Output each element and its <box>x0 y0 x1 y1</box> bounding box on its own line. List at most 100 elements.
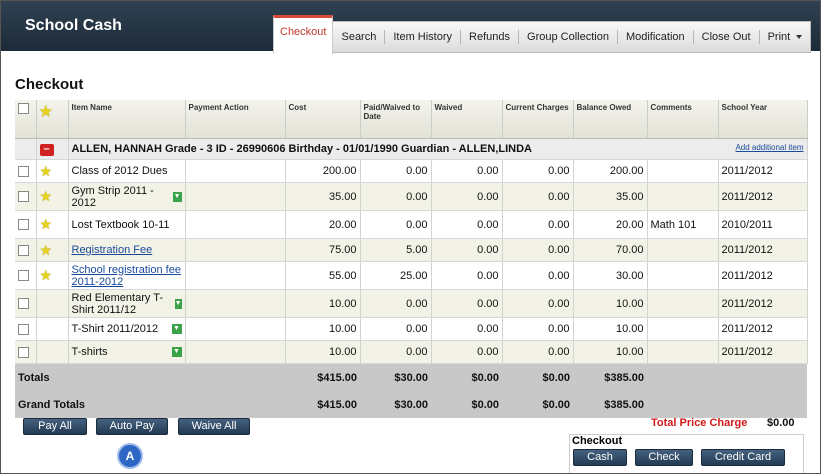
row-checkbox[interactable] <box>18 244 29 256</box>
item-name-cell: School registration fee 2011-2012 <box>68 261 186 290</box>
cash-button[interactable]: Cash <box>573 449 627 466</box>
row-checkbox[interactable] <box>18 191 29 203</box>
paid: 0.00 <box>360 289 432 318</box>
header-school-year[interactable]: School Year <box>718 100 808 139</box>
waive-all-button[interactable]: Waive All <box>178 418 250 435</box>
header-waived[interactable]: Waived <box>431 100 503 139</box>
paid: 25.00 <box>360 261 432 290</box>
app-window: School Cash Checkout Search Item History… <box>0 0 821 474</box>
tab-search[interactable]: Search <box>333 30 386 44</box>
school-year: 2011/2012 <box>718 238 808 262</box>
chevron-down-icon <box>796 35 803 40</box>
row-checkbox[interactable] <box>18 323 29 335</box>
tab-modification[interactable]: Modification <box>618 30 694 44</box>
expand-arrow-icon[interactable]: ▼ <box>174 298 182 309</box>
payment-action[interactable] <box>185 238 286 262</box>
collapse-icon[interactable]: – <box>39 143 54 156</box>
header-item-name[interactable]: Item Name <box>68 100 186 139</box>
star-icon[interactable]: ★ <box>40 242 53 258</box>
star-icon[interactable]: ★ <box>40 267 53 283</box>
add-additional-item-link[interactable]: Add additional item <box>735 143 803 152</box>
school-year: 2011/2012 <box>718 182 808 211</box>
credit-card-button[interactable]: Credit Card <box>701 449 785 466</box>
payment-action[interactable] <box>185 317 286 341</box>
totals-balance: $385.00 <box>573 363 647 391</box>
header-comments[interactable]: Comments <box>647 100 719 139</box>
balance-owed: 30.00 <box>573 261 648 290</box>
row-checkbox[interactable] <box>18 270 29 282</box>
payment-action[interactable] <box>185 340 286 364</box>
select-all-checkbox[interactable] <box>18 103 29 114</box>
waived: 0.00 <box>431 182 503 211</box>
checkout-panel-title: Checkout <box>572 435 623 447</box>
balance-owed: 35.00 <box>573 182 648 211</box>
payment-action[interactable] <box>185 182 286 211</box>
balance-owed: 70.00 <box>573 238 648 262</box>
item-name: T-Shirt 2011/2012 <box>71 323 159 335</box>
school-year: 2011/2012 <box>718 261 808 290</box>
expand-arrow-icon[interactable]: ▼ <box>172 191 182 202</box>
tab-refunds[interactable]: Refunds <box>461 30 520 44</box>
star-cell <box>36 289 69 318</box>
item-name-link[interactable]: Registration Fee <box>72 244 153 256</box>
current-charges: 0.00 <box>502 159 574 183</box>
star-icon[interactable]: ★ <box>40 188 53 204</box>
item-name: Lost Textbook 10-11 <box>68 210 186 239</box>
star-icon[interactable]: ★ <box>40 216 53 232</box>
payment-action[interactable] <box>185 289 286 318</box>
grand-cost: $415.00 <box>285 391 360 418</box>
header-cost[interactable]: Cost <box>285 100 361 139</box>
table-row[interactable]: ★ Registration Fee 75.00 5.00 0.00 0.00 … <box>15 238 808 262</box>
header-current-charges[interactable]: Current Charges <box>502 100 574 139</box>
waived: 0.00 <box>431 289 503 318</box>
row-checkbox[interactable] <box>18 346 29 358</box>
item-name: T-shirts <box>71 346 108 358</box>
header-paid-waived[interactable]: Paid/Waived to Date <box>360 100 432 139</box>
table-row[interactable]: ★ Class of 2012 Dues 200.00 0.00 0.00 0.… <box>15 159 808 183</box>
header-payment-action[interactable]: Payment Action <box>185 100 286 139</box>
row-checkbox[interactable] <box>18 219 29 231</box>
current-charges: 0.00 <box>502 289 574 318</box>
pay-all-button[interactable]: Pay All <box>23 418 87 435</box>
table-row[interactable]: T-Shirt 2011/2012 ▼ 10.00 0.00 0.00 0.00 … <box>15 317 808 341</box>
star-cell <box>36 317 69 341</box>
item-name-cell: T-Shirt 2011/2012 ▼ <box>68 317 186 341</box>
current-charges: 0.00 <box>502 317 574 341</box>
tab-group-collection[interactable]: Group Collection <box>519 30 618 44</box>
check-button[interactable]: Check <box>635 449 693 466</box>
auto-pay-button[interactable]: Auto Pay <box>96 418 168 435</box>
item-name-cell: Gym Strip 2011 - 2012 ▼ <box>68 182 186 211</box>
row-checkbox[interactable] <box>18 165 29 177</box>
tab-close-out[interactable]: Close Out <box>694 30 760 44</box>
waived: 0.00 <box>431 159 503 183</box>
cost: 20.00 <box>285 210 361 239</box>
item-name-link[interactable]: School registration fee 2011-2012 <box>72 264 181 288</box>
payment-action[interactable] <box>185 261 286 290</box>
tab-item-history[interactable]: Item History <box>385 30 462 44</box>
current-charges: 0.00 <box>502 340 574 364</box>
item-name: Class of 2012 Dues <box>68 159 186 183</box>
table-row[interactable]: ★ Lost Textbook 10-11 20.00 0.00 0.00 0.… <box>15 210 808 239</box>
table-row[interactable]: ★ Gym Strip 2011 - 2012 ▼ 35.00 0.00 0.00… <box>15 182 808 211</box>
item-name-cell: T-shirts ▼ <box>68 340 186 364</box>
payment-action[interactable] <box>185 210 286 239</box>
table-row[interactable]: Red Elementary T-Shirt 2011/12 ▼ 10.00 0.… <box>15 289 808 318</box>
header-balance-owed[interactable]: Balance Owed <box>573 100 648 139</box>
school-year: 2011/2012 <box>718 317 808 341</box>
header-select-all[interactable] <box>15 100 37 139</box>
current-charges: 0.00 <box>502 238 574 262</box>
row-checkbox[interactable] <box>18 298 29 310</box>
school-year: 2011/2012 <box>718 159 808 183</box>
star-icon[interactable]: ★ <box>40 163 53 179</box>
expand-arrow-icon[interactable]: ▼ <box>171 324 182 334</box>
expand-arrow-icon[interactable]: ▼ <box>171 347 182 357</box>
app-title: School Cash <box>25 17 122 34</box>
cost: 200.00 <box>285 159 361 183</box>
table-row[interactable]: ★ School registration fee 2011-2012 55.0… <box>15 261 808 290</box>
tab-checkout[interactable]: Checkout <box>273 15 334 54</box>
item-name-cell: Registration Fee <box>68 238 186 262</box>
table-header: ★ Item Name Payment Action Cost Paid/Wai… <box>15 100 808 139</box>
payment-action[interactable] <box>185 159 286 183</box>
table-row[interactable]: T-shirts ▼ 10.00 0.00 0.00 0.00 10.00 201… <box>15 340 808 364</box>
tab-print[interactable]: Print <box>760 30 811 44</box>
